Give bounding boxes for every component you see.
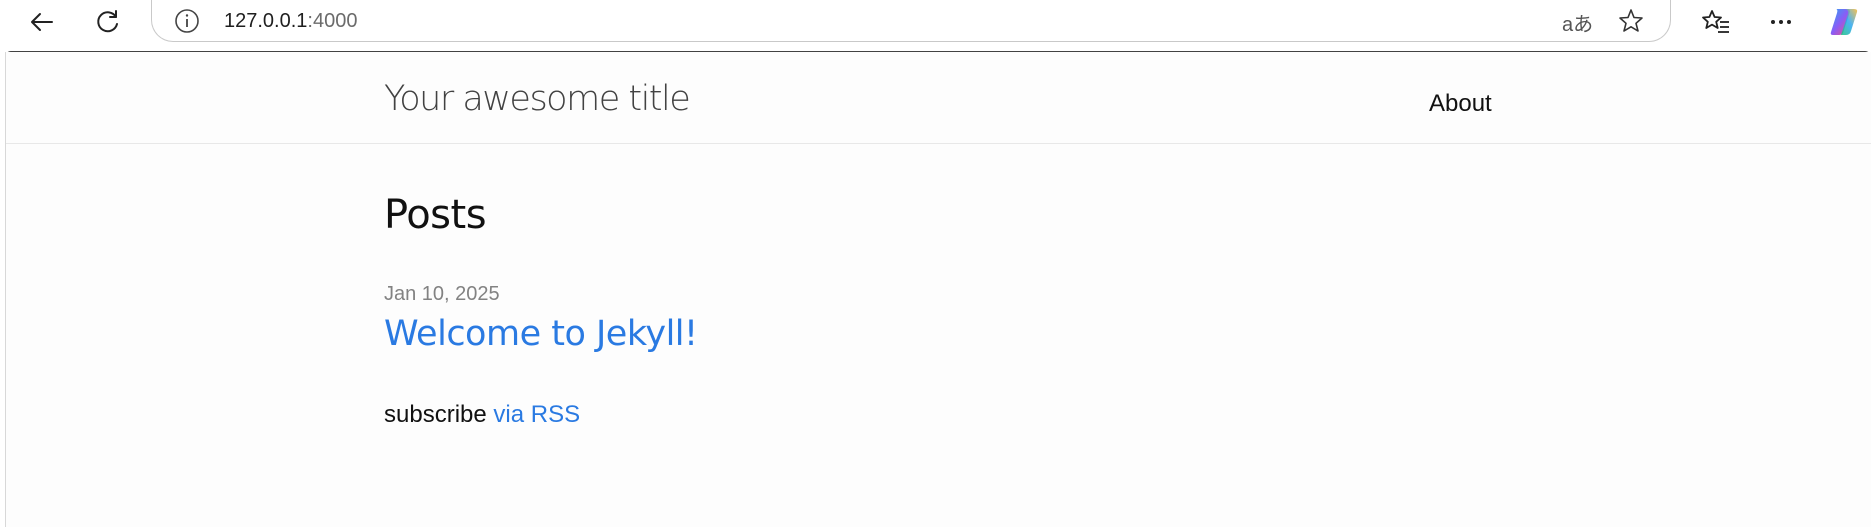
browser-toolbar: 127.0.0.1:4000 aあ xyxy=(0,0,1871,48)
post-title-link[interactable]: Welcome to Jekyll! xyxy=(384,314,698,354)
url-text[interactable]: 127.0.0.1:4000 xyxy=(224,10,357,33)
post-date: Jan 10, 2025 xyxy=(384,283,500,305)
copilot-button[interactable] xyxy=(1826,4,1862,40)
favorites-list-icon xyxy=(1702,10,1729,33)
site-title-link[interactable]: Your awesome title xyxy=(384,79,691,119)
site-header: Your awesome title About xyxy=(6,57,1871,144)
reload-button[interactable] xyxy=(90,4,126,40)
nav-about-link[interactable]: About xyxy=(1429,90,1492,118)
page-heading: Posts xyxy=(384,192,487,238)
address-bar[interactable]: 127.0.0.1:4000 aあ xyxy=(151,0,1671,42)
info-icon[interactable] xyxy=(174,8,200,34)
more-button[interactable] xyxy=(1763,4,1799,40)
back-button[interactable] xyxy=(24,4,60,40)
subscribe-label: subscribe xyxy=(384,401,487,428)
subscribe-line: subscribe via RSS xyxy=(384,401,580,429)
rss-link[interactable]: via RSS xyxy=(493,401,580,428)
favorites-button[interactable] xyxy=(1698,4,1734,40)
reload-icon xyxy=(97,10,118,33)
url-port: :4000 xyxy=(307,10,358,32)
more-icon xyxy=(1771,20,1791,24)
copilot-icon xyxy=(1830,9,1858,35)
url-host: 127.0.0.1 xyxy=(224,10,308,32)
favorite-star-icon[interactable] xyxy=(1617,7,1645,35)
page-viewport: Your awesome title About Posts Jan 10, 2… xyxy=(5,52,1871,527)
back-icon xyxy=(31,13,53,31)
translate-icon[interactable]: aあ xyxy=(1562,8,1593,37)
